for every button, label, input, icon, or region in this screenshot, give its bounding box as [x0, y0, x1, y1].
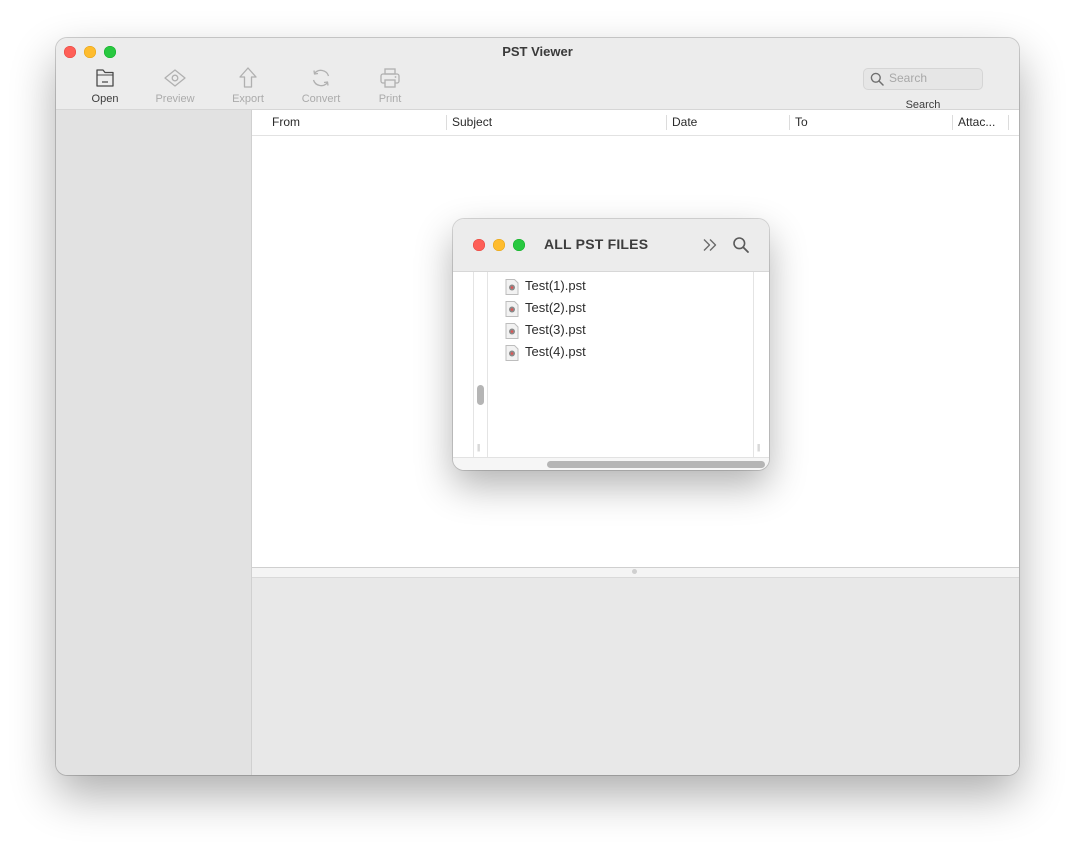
- file-item[interactable]: Test(4).pst: [504, 343, 704, 363]
- open-file-icon: [96, 69, 114, 87]
- window-title: PST Viewer: [502, 44, 573, 59]
- browser-column-files: Test(1).pst Test(2).pst Test(3).pst Test…: [488, 272, 754, 457]
- search-box: [863, 68, 983, 90]
- dialog-search-icon[interactable]: [732, 236, 750, 254]
- dialog-browser-body: › › › › || Test(1).pst: [453, 272, 769, 457]
- file-name: Test(4).pst: [525, 344, 586, 359]
- column-header-subject[interactable]: Subject: [452, 115, 492, 129]
- column-header-to[interactable]: To: [795, 115, 808, 129]
- preview-button[interactable]: Preview: [140, 66, 210, 108]
- horizontal-scrollbar[interactable]: [453, 457, 769, 470]
- file-item[interactable]: Test(2).pst: [504, 299, 704, 319]
- chevron-double-right-icon[interactable]: [702, 238, 718, 252]
- export-label: Export: [232, 93, 264, 105]
- search-input[interactable]: [889, 70, 977, 86]
- column-divider[interactable]: [1008, 115, 1009, 130]
- message-preview-pane: [252, 578, 1019, 775]
- column-divider[interactable]: [952, 115, 953, 130]
- divider-handle-icon[interactable]: [632, 569, 637, 574]
- browser-column-parent[interactable]: › › › ›: [453, 272, 474, 457]
- sidebar: [56, 110, 252, 775]
- horizontal-scrollbar-thumb[interactable]: [547, 461, 765, 468]
- column-header-attachments[interactable]: Attac...: [958, 115, 995, 129]
- message-list-header: From Subject Date To Attac...: [252, 110, 1019, 136]
- file-item[interactable]: Test(3).pst: [504, 321, 704, 341]
- title-bar: PST Viewer Open Preview Export Convert P…: [56, 38, 1019, 111]
- search-control: Search: [863, 68, 983, 111]
- open-button[interactable]: Open: [70, 66, 140, 108]
- column-resize-grip-icon[interactable]: ||: [477, 443, 480, 452]
- print-label: Print: [378, 93, 402, 105]
- dialog-minimize-button[interactable]: [493, 239, 505, 251]
- export-button[interactable]: Export: [213, 66, 283, 108]
- dialog-maximize-button[interactable]: [513, 239, 525, 251]
- column-header-from[interactable]: From: [272, 115, 300, 129]
- export-arrow-icon: [239, 67, 257, 88]
- print-button[interactable]: Print: [355, 66, 425, 108]
- convert-label: Convert: [301, 93, 341, 105]
- convert-refresh-icon: [312, 69, 330, 87]
- eye-icon: [164, 69, 186, 87]
- search-icon: [870, 72, 884, 86]
- pst-file-icon: [505, 279, 519, 295]
- file-name: Test(3).pst: [525, 322, 586, 337]
- column-resize-grip-icon[interactable]: ||: [757, 443, 760, 452]
- pst-file-icon: [505, 301, 519, 317]
- dialog-close-button[interactable]: [473, 239, 485, 251]
- printer-icon: [380, 68, 400, 88]
- dialog-title-bar: ALL PST FILES: [453, 219, 769, 272]
- browser-column-narrow[interactable]: ||: [474, 272, 488, 457]
- file-name: Test(2).pst: [525, 300, 586, 315]
- preview-label: Preview: [155, 93, 195, 105]
- convert-button[interactable]: Convert: [286, 66, 356, 108]
- file-name: Test(1).pst: [525, 278, 586, 293]
- column-divider[interactable]: [446, 115, 447, 130]
- file-browser-dialog: ALL PST FILES › › › › ||: [453, 219, 769, 470]
- vertical-scrollbar-thumb[interactable]: [477, 385, 484, 405]
- open-label: Open: [91, 93, 119, 105]
- pst-file-icon: [505, 345, 519, 361]
- pst-file-icon: [505, 323, 519, 339]
- split-view-divider[interactable]: [252, 567, 1019, 578]
- column-header-date[interactable]: Date: [672, 115, 697, 129]
- column-divider[interactable]: [789, 115, 790, 130]
- file-item[interactable]: Test(1).pst: [504, 277, 704, 297]
- dialog-title: ALL PST FILES: [544, 236, 649, 252]
- column-divider[interactable]: [666, 115, 667, 130]
